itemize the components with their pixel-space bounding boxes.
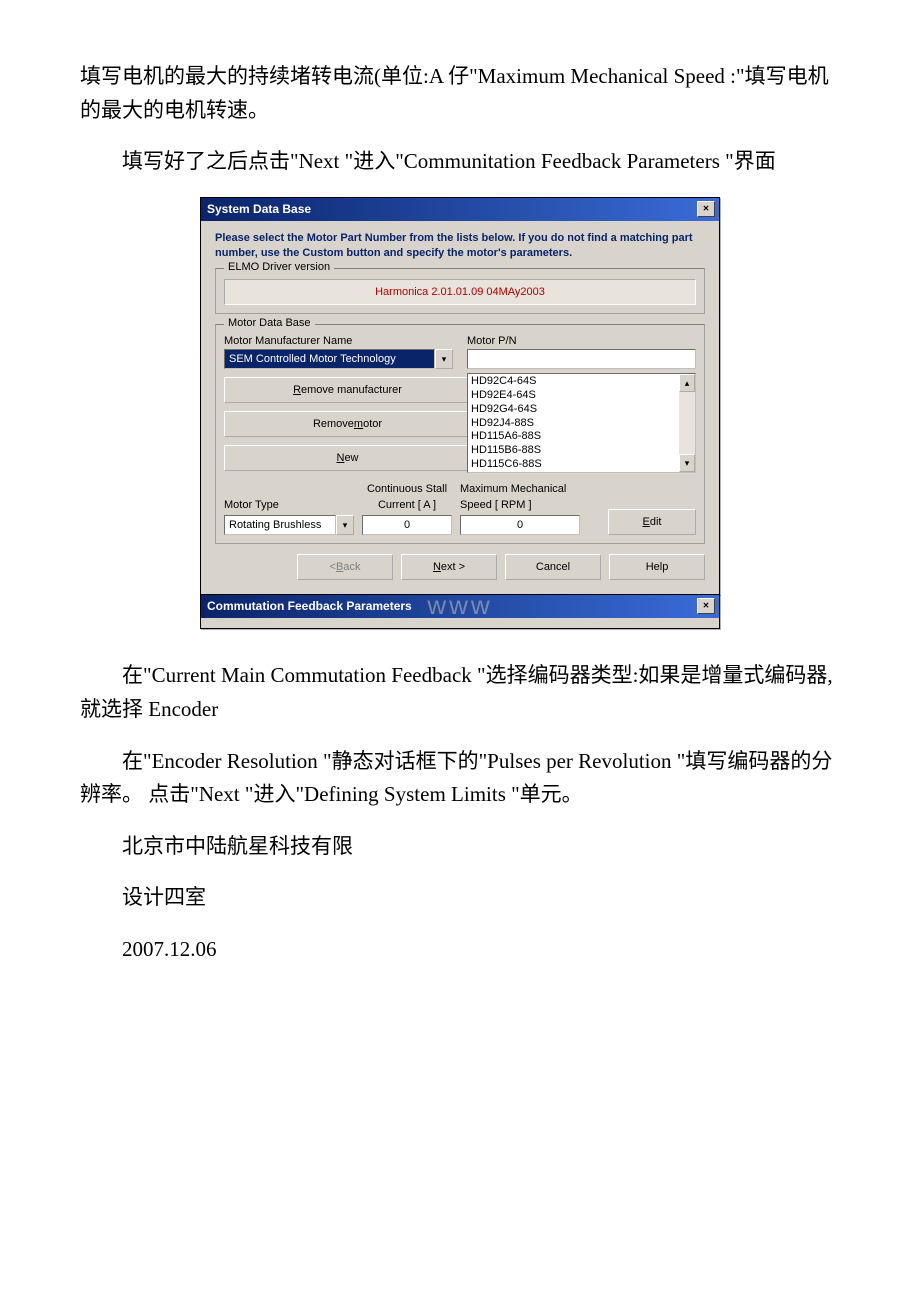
label-motor-type: Motor Type — [224, 499, 354, 511]
label-cont-stall-2: Current [ A ] — [362, 499, 452, 511]
dialog-instruction: Please select the Motor Part Number from… — [215, 231, 705, 261]
driver-version-text: Harmonica 2.01.01.09 04MAy2003 — [224, 279, 696, 305]
edit-button[interactable]: Edit — [608, 509, 696, 535]
close-icon — [703, 204, 710, 214]
btn-text: emove manufacturer — [301, 384, 402, 396]
list-item[interactable]: HD115C6-88S — [471, 458, 676, 472]
paragraph-2: 填写好了之后点击"Next "进入"Communitation Feedback… — [80, 145, 840, 179]
label-max-speed-2: Speed [ RPM ] — [460, 499, 580, 511]
btn-text: otor — [363, 418, 382, 430]
back-button: < Back — [297, 554, 393, 580]
list-item[interactable]: HD115B6-88S — [471, 444, 676, 458]
chevron-down-icon[interactable] — [336, 515, 354, 535]
dialog-commutation-feedback: Commutation Feedback Parameters — [200, 594, 720, 629]
btn-accel: m — [354, 418, 363, 430]
list-item[interactable]: HD115A6-88S — [471, 430, 676, 444]
btn-text: ack — [343, 561, 360, 573]
btn-accel: N — [336, 452, 344, 464]
dialog-system-data-base: System Data Base Please select the Motor… — [200, 197, 720, 596]
list-item[interactable]: HD92J4-88S — [471, 417, 676, 431]
btn-text: ew — [344, 452, 358, 464]
paragraph-3: 在"Current Main Commutation Feedback "选择编… — [80, 659, 840, 726]
group-motor-data-base: Motor Data Base Motor Manufacturer Name … — [215, 324, 705, 544]
help-button[interactable]: Help — [609, 554, 705, 580]
dialog2-title: Commutation Feedback Parameters — [207, 599, 412, 613]
motor-pn-listbox[interactable]: HD92C4-64S HD92E4-64S HD92G4-64S HD92J4-… — [467, 373, 696, 473]
dialog-title: System Data Base — [207, 202, 311, 216]
list-item[interactable]: HD92E4-64S — [471, 389, 676, 403]
btn-text: Remove — [313, 418, 354, 430]
group-driver-version: ELMO Driver version Harmonica 2.01.01.09… — [215, 268, 705, 314]
paragraph-4: 在"Encoder Resolution "静态对话框下的"Pulses per… — [80, 745, 840, 812]
motor-type-value: Rotating Brushless — [224, 515, 336, 535]
paragraph-1: 填写电机的最大的持续堵转电流(单位:A 仔"Maximum Mechanical… — [80, 60, 840, 127]
label-max-speed-1: Maximum Mechanical — [460, 483, 580, 495]
manufacturer-value: SEM Controlled Motor Technology — [224, 349, 435, 369]
btn-accel: E — [643, 516, 650, 528]
screenshot-area: System Data Base Please select the Motor… — [80, 197, 840, 630]
list-item[interactable]: HD92C4-64S — [471, 375, 676, 389]
motor-type-combo[interactable]: Rotating Brushless — [224, 515, 354, 535]
label-motor-pn: Motor P/N — [467, 335, 696, 347]
titlebar-system-data-base: System Data Base — [201, 198, 719, 221]
close-icon — [703, 601, 710, 611]
motor-pn-value — [467, 349, 696, 369]
group-title-mdb: Motor Data Base — [224, 317, 315, 329]
max-speed-input[interactable]: 0 — [460, 515, 580, 535]
close-button[interactable] — [697, 201, 715, 217]
next-button[interactable]: Next > — [401, 554, 497, 580]
label-manufacturer: Motor Manufacturer Name — [224, 335, 453, 347]
btn-accel: N — [433, 561, 441, 573]
btn-text: ext > — [441, 561, 465, 573]
paragraph-7: 2007.12.06 — [80, 933, 840, 967]
motor-pn-edit[interactable] — [467, 349, 696, 369]
remove-motor-button[interactable]: Remove motor — [224, 411, 471, 437]
continuous-stall-input[interactable]: 0 — [362, 515, 452, 535]
list-item[interactable]: HD92G4-64S — [471, 403, 676, 417]
btn-accel: R — [293, 384, 301, 396]
scroll-down-icon[interactable] — [679, 454, 695, 472]
chevron-down-icon[interactable] — [435, 349, 453, 369]
scroll-up-icon[interactable] — [679, 374, 695, 392]
close-button[interactable] — [697, 598, 715, 614]
titlebar-commutation-feedback: Commutation Feedback Parameters — [201, 595, 719, 618]
remove-manufacturer-button[interactable]: Remove manufacturer — [224, 377, 471, 403]
group-title-driver: ELMO Driver version — [224, 261, 334, 273]
new-button[interactable]: New — [224, 445, 471, 471]
btn-accel: B — [336, 561, 343, 573]
scrollbar[interactable] — [679, 374, 695, 472]
btn-text: dit — [650, 516, 662, 528]
cancel-button[interactable]: Cancel — [505, 554, 601, 580]
label-cont-stall-1: Continuous Stall — [362, 483, 452, 495]
manufacturer-combo[interactable]: SEM Controlled Motor Technology — [224, 349, 453, 369]
paragraph-5: 北京市中陆航星科技有限 — [80, 830, 840, 864]
paragraph-6: 设计四室 — [80, 881, 840, 915]
